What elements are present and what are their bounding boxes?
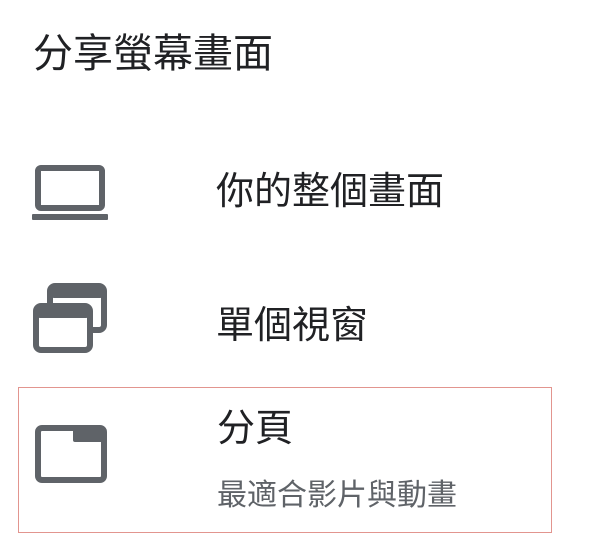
dialog-title: 分享螢幕畫面 xyxy=(33,31,273,77)
share-tab-label: 分頁 xyxy=(217,406,294,450)
share-entire-screen-option[interactable]: 你的整個畫面 xyxy=(18,150,552,234)
share-window-label: 單個視窗 xyxy=(216,303,369,347)
share-window-option[interactable]: 單個視窗 xyxy=(18,280,552,364)
windows-icon xyxy=(33,283,107,353)
tab-icon xyxy=(35,425,107,483)
laptop-icon xyxy=(32,165,108,220)
share-tab-description: 最適合影片與動畫 xyxy=(217,478,457,513)
share-tab-option[interactable]: 分頁 最適合影片與動畫 xyxy=(18,387,552,533)
share-entire-screen-label: 你的整個畫面 xyxy=(216,169,445,213)
